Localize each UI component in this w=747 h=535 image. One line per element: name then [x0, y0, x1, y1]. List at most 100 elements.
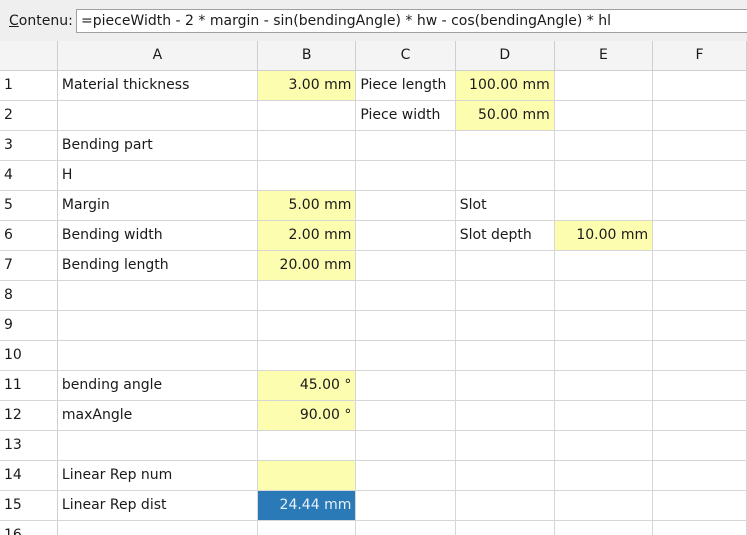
cell-d11[interactable] — [455, 370, 555, 401]
cell-b6[interactable]: 2.00 mm — [257, 220, 357, 251]
column-header-c[interactable]: C — [355, 41, 456, 71]
cell-f7[interactable] — [652, 250, 747, 281]
cell-e1[interactable] — [554, 70, 654, 101]
cell-a8[interactable] — [57, 280, 258, 311]
cell-a4[interactable]: H — [57, 160, 258, 191]
cell-a14[interactable]: Linear Rep num — [57, 460, 258, 491]
row-header[interactable]: 16 — [0, 520, 58, 535]
cell-c15[interactable] — [355, 490, 456, 521]
cell-f13[interactable] — [652, 430, 747, 461]
cell-d9[interactable] — [455, 310, 555, 341]
cell-d2[interactable]: 50.00 mm — [455, 100, 555, 131]
column-header-b[interactable]: B — [257, 41, 357, 71]
cell-d8[interactable] — [455, 280, 555, 311]
cell-b1[interactable]: 3.00 mm — [257, 70, 357, 101]
cell-a16[interactable] — [57, 520, 258, 535]
row-header[interactable]: 7 — [0, 250, 58, 281]
cell-b9[interactable] — [257, 310, 357, 341]
cell-a13[interactable] — [57, 430, 258, 461]
row-header[interactable]: 1 — [0, 70, 58, 101]
cell-f4[interactable] — [652, 160, 747, 191]
cell-c6[interactable] — [355, 220, 456, 251]
cell-b3[interactable] — [257, 130, 357, 161]
cell-e15[interactable] — [554, 490, 654, 521]
cell-a2[interactable] — [57, 100, 258, 131]
cell-c16[interactable] — [355, 520, 456, 535]
cell-f11[interactable] — [652, 370, 747, 401]
cell-f14[interactable] — [652, 460, 747, 491]
cell-b11[interactable]: 45.00 ° — [257, 370, 357, 401]
column-header-d[interactable]: D — [455, 41, 555, 71]
cell-a9[interactable] — [57, 310, 258, 341]
cell-c2[interactable]: Piece width — [355, 100, 456, 131]
cell-d16[interactable] — [455, 520, 555, 535]
cell-b7[interactable]: 20.00 mm — [257, 250, 357, 281]
cell-d15[interactable] — [455, 490, 555, 521]
cell-d4[interactable] — [455, 160, 555, 191]
cell-a10[interactable] — [57, 340, 258, 371]
row-header[interactable]: 15 — [0, 490, 58, 521]
cell-a3[interactable]: Bending part — [57, 130, 258, 161]
row-header[interactable]: 13 — [0, 430, 58, 461]
cell-f5[interactable] — [652, 190, 747, 221]
cell-e9[interactable] — [554, 310, 654, 341]
cell-a11[interactable]: bending angle — [57, 370, 258, 401]
row-header[interactable]: 9 — [0, 310, 58, 341]
cell-c12[interactable] — [355, 400, 456, 431]
cell-f10[interactable] — [652, 340, 747, 371]
cell-b12[interactable]: 90.00 ° — [257, 400, 357, 431]
cell-b5[interactable]: 5.00 mm — [257, 190, 357, 221]
cell-c10[interactable] — [355, 340, 456, 371]
cell-e11[interactable] — [554, 370, 654, 401]
column-header-a[interactable]: A — [57, 41, 258, 71]
cell-f2[interactable] — [652, 100, 747, 131]
row-header[interactable]: 6 — [0, 220, 58, 251]
row-header[interactable]: 8 — [0, 280, 58, 311]
cell-e8[interactable] — [554, 280, 654, 311]
cell-c13[interactable] — [355, 430, 456, 461]
cell-b13[interactable] — [257, 430, 357, 461]
cell-f9[interactable] — [652, 310, 747, 341]
cell-f8[interactable] — [652, 280, 747, 311]
cell-f15[interactable] — [652, 490, 747, 521]
cell-a1[interactable]: Material thickness — [57, 70, 258, 101]
cell-f3[interactable] — [652, 130, 747, 161]
cell-e4[interactable] — [554, 160, 654, 191]
row-header[interactable]: 5 — [0, 190, 58, 221]
row-header[interactable]: 14 — [0, 460, 58, 491]
cell-d3[interactable] — [455, 130, 555, 161]
formula-input[interactable] — [76, 9, 747, 33]
cell-e3[interactable] — [554, 130, 654, 161]
cell-c4[interactable] — [355, 160, 456, 191]
cell-d10[interactable] — [455, 340, 555, 371]
cell-e7[interactable] — [554, 250, 654, 281]
cell-e14[interactable] — [554, 460, 654, 491]
cell-c8[interactable] — [355, 280, 456, 311]
cell-d13[interactable] — [455, 430, 555, 461]
row-header[interactable]: 12 — [0, 400, 58, 431]
cell-f16[interactable] — [652, 520, 747, 535]
cell-b4[interactable] — [257, 160, 357, 191]
row-header[interactable]: 2 — [0, 100, 58, 131]
cell-e2[interactable] — [554, 100, 654, 131]
row-header[interactable]: 3 — [0, 130, 58, 161]
cell-b15[interactable]: 24.44 mm — [257, 490, 357, 521]
cell-a12[interactable]: maxAngle — [57, 400, 258, 431]
cell-f6[interactable] — [652, 220, 747, 251]
cell-a5[interactable]: Margin — [57, 190, 258, 221]
select-all-corner[interactable] — [0, 41, 58, 71]
cell-e10[interactable] — [554, 340, 654, 371]
cell-f1[interactable] — [652, 70, 747, 101]
cell-b10[interactable] — [257, 340, 357, 371]
cell-f12[interactable] — [652, 400, 747, 431]
column-header-e[interactable]: E — [554, 41, 654, 71]
cell-c1[interactable]: Piece length — [355, 70, 456, 101]
cell-c3[interactable] — [355, 130, 456, 161]
cell-d7[interactable] — [455, 250, 555, 281]
cell-c9[interactable] — [355, 310, 456, 341]
column-header-f[interactable]: F — [652, 41, 747, 71]
cell-e16[interactable] — [554, 520, 654, 535]
cell-a6[interactable]: Bending width — [57, 220, 258, 251]
cell-d6[interactable]: Slot depth — [455, 220, 555, 251]
cell-c14[interactable] — [355, 460, 456, 491]
